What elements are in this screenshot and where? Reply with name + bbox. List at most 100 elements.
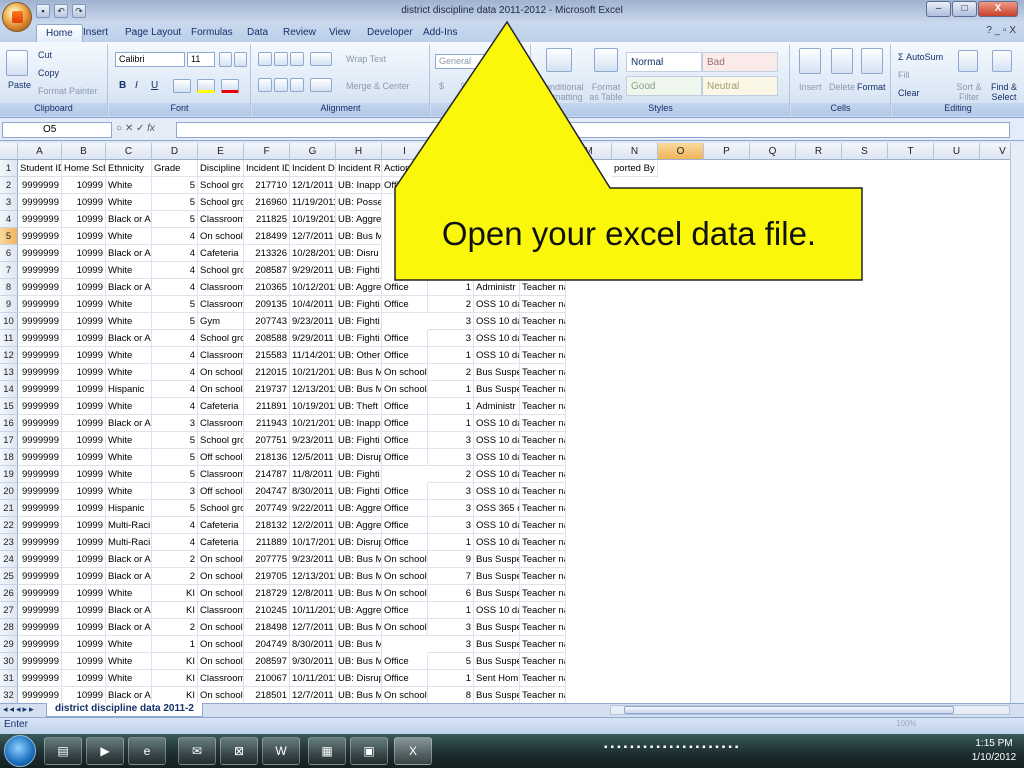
sort-filter-icon[interactable]: [958, 50, 978, 72]
maximize-button[interactable]: □: [952, 1, 977, 17]
column-header-t[interactable]: T: [888, 143, 934, 160]
table-cell[interactable]: Bus Suspe: [474, 568, 520, 585]
table-cell[interactable]: White: [106, 398, 152, 415]
table-cell[interactable]: 9999999: [18, 670, 62, 687]
table-cell[interactable]: Teacher name: [520, 517, 566, 534]
table-cell[interactable]: Teacher name: [520, 670, 566, 687]
format-cells-icon[interactable]: [861, 48, 883, 74]
format-painter-button[interactable]: Format Painter: [38, 86, 98, 96]
start-button-icon[interactable]: [4, 735, 36, 767]
table-cell[interactable]: 10/11/2011: [290, 670, 336, 687]
column-header-l[interactable]: L: [520, 143, 566, 160]
table-cell[interactable]: 11/8/2011: [290, 466, 336, 483]
tab-data[interactable]: Data: [238, 24, 277, 42]
table-cell[interactable]: 207751: [244, 432, 290, 449]
row-header[interactable]: 31: [0, 670, 18, 687]
table-cell[interactable]: 9/29/2011: [290, 330, 336, 347]
table-cell[interactable]: Teacher name: [520, 619, 566, 636]
row-header[interactable]: 12: [0, 347, 18, 364]
table-cell[interactable]: 4: [152, 364, 198, 381]
table-cell[interactable]: Bus Suspe: [474, 636, 520, 653]
table-cell[interactable]: UB: Bus M: [336, 568, 382, 585]
powerpoint-icon[interactable]: ▣: [350, 737, 388, 765]
table-cell[interactable]: Off school: [198, 449, 244, 466]
row-header[interactable]: 18: [0, 449, 18, 466]
table-cell[interactable]: OSS 10 da: [474, 534, 520, 551]
table-cell[interactable]: 12/5/2011: [290, 449, 336, 466]
table-cell[interactable]: Black or A: [106, 602, 152, 619]
row-header[interactable]: 30: [0, 653, 18, 670]
table-cell[interactable]: UB: Fighti: [336, 296, 382, 313]
table-cell[interactable]: 10999: [62, 619, 106, 636]
number-format-box[interactable]: General: [435, 54, 525, 69]
table-cell[interactable]: Black or A: [106, 619, 152, 636]
table-cell[interactable]: Office: [382, 602, 428, 619]
table-cell[interactable]: 9999999: [18, 228, 62, 245]
align-right-icon[interactable]: [290, 78, 304, 92]
table-cell[interactable]: On school: [198, 568, 244, 585]
currency-button[interactable]: $: [439, 81, 444, 91]
table-cell[interactable]: On school: [198, 551, 244, 568]
style-good[interactable]: Good: [626, 76, 702, 96]
table-cell[interactable]: 216960: [244, 194, 290, 211]
table-cell[interactable]: UB: Disrup: [336, 449, 382, 466]
table-cell[interactable]: 10999: [62, 534, 106, 551]
table-cell[interactable]: On school: [382, 381, 428, 398]
table-cell[interactable]: 10999: [62, 262, 106, 279]
table-cell[interactable]: 10999: [62, 568, 106, 585]
table-cell[interactable]: 3: [428, 330, 474, 347]
select-all-corner[interactable]: [0, 143, 18, 160]
table-cell[interactable]: 5: [152, 194, 198, 211]
table-cell[interactable]: 9/22/2011: [290, 500, 336, 517]
table-cell[interactable]: Bus Suspe: [474, 687, 520, 703]
access-icon[interactable]: ▦: [308, 737, 346, 765]
zoom-level[interactable]: 100%: [896, 719, 916, 728]
table-cell[interactable]: 4: [152, 398, 198, 415]
table-cell[interactable]: OSS 10 da: [474, 415, 520, 432]
row-header[interactable]: 26: [0, 585, 18, 602]
table-cell[interactable]: 218499: [244, 228, 290, 245]
row-header[interactable]: 24: [0, 551, 18, 568]
table-cell[interactable]: Office: [382, 415, 428, 432]
row-header[interactable]: 4: [0, 211, 18, 228]
table-cell[interactable]: 215583: [244, 347, 290, 364]
table-cell[interactable]: Teacher name: [520, 636, 566, 653]
table-cell[interactable]: 1: [428, 415, 474, 432]
column-title-cell[interactable]: Incident R: [336, 160, 382, 177]
row-header[interactable]: 8: [0, 279, 18, 296]
table-cell[interactable]: 10/4/2011: [290, 296, 336, 313]
column-header-o[interactable]: O: [658, 143, 704, 160]
table-cell[interactable]: Classroom: [198, 296, 244, 313]
table-cell[interactable]: On school: [198, 619, 244, 636]
help-and-window-controls[interactable]: ? _ ▫ X: [986, 25, 1016, 36]
align-middle-icon[interactable]: [274, 52, 288, 66]
table-cell[interactable]: 10/19/2011: [290, 398, 336, 415]
find-binoculars-icon[interactable]: [992, 50, 1012, 72]
column-header-n[interactable]: N: [612, 143, 658, 160]
table-cell[interactable]: 2: [428, 364, 474, 381]
table-cell[interactable]: UB: Bus M: [336, 364, 382, 381]
table-cell[interactable]: Hispanic: [106, 500, 152, 517]
table-cell[interactable]: Teacher name: [520, 279, 566, 296]
table-cell[interactable]: 10999: [62, 245, 106, 262]
indent-icon[interactable]: [310, 78, 332, 92]
row-header[interactable]: 17: [0, 432, 18, 449]
table-cell[interactable]: Teacher name: [520, 483, 566, 500]
copy-button[interactable]: Copy: [38, 68, 59, 78]
row-header[interactable]: 28: [0, 619, 18, 636]
table-cell[interactable]: 5: [152, 449, 198, 466]
table-cell[interactable]: 211891: [244, 398, 290, 415]
table-cell[interactable]: 10999: [62, 585, 106, 602]
table-cell[interactable]: UB: Bus M: [336, 636, 382, 653]
table-cell[interactable]: 9999999: [18, 619, 62, 636]
column-title-cell[interactable]: Grade: [152, 160, 198, 177]
table-cell[interactable]: Office: [382, 670, 428, 687]
table-cell[interactable]: On school: [198, 687, 244, 703]
table-cell[interactable]: UB: Aggre: [336, 602, 382, 619]
excel-icon[interactable]: X: [394, 737, 432, 765]
table-cell[interactable]: White: [106, 483, 152, 500]
table-cell[interactable]: White: [106, 670, 152, 687]
row-header[interactable]: 5: [0, 228, 18, 245]
table-cell[interactable]: Teacher name: [520, 551, 566, 568]
column-title-cell[interactable]: Home School: [62, 160, 106, 177]
